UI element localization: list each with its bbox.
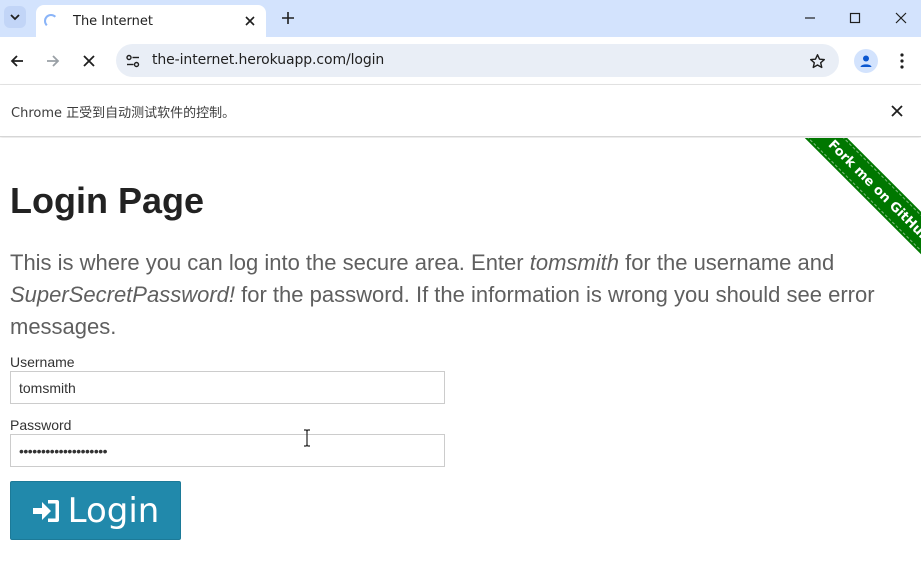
loading-spinner-icon [44,14,58,28]
back-button[interactable] [5,49,29,73]
site-info-button[interactable] [121,49,145,73]
browser-menu-button[interactable] [890,49,914,73]
minimize-button[interactable] [795,4,825,32]
page-content: Fork me on GitHub Login Page This is whe… [0,138,921,561]
plus-icon [282,12,294,24]
password-value: •••••••••••••••••••• [19,443,108,459]
address-bar[interactable]: the-internet.herokuapp.com/login [116,44,839,77]
close-icon [895,12,907,24]
instructions-part-2: for the username and [618,250,835,275]
forward-arrow-icon [47,55,60,67]
username-input[interactable]: tomsmith [10,371,445,404]
stop-button[interactable] [77,49,101,73]
close-icon [891,105,903,117]
site-info-icon [126,54,140,68]
page-title: Login Page [10,180,205,221]
stop-icon [83,55,95,67]
page-instructions: This is where you can log into the secur… [10,247,890,343]
star-icon [809,53,825,68]
new-tab-button[interactable] [278,8,298,28]
login-button[interactable]: Login [10,481,181,540]
bookmark-button[interactable] [807,51,827,71]
instructions-password: SuperSecretPassword! [10,282,235,307]
username-value: tomsmith [19,380,76,396]
text-cursor-icon [304,429,310,447]
chevron-down-icon [10,14,20,21]
maximize-icon [849,12,861,24]
sign-in-icon [32,499,59,522]
username-label: Username [10,354,75,370]
browser-toolbar: the-internet.herokuapp.com/login [0,37,921,85]
back-arrow-icon [10,55,23,67]
maximize-button[interactable] [840,4,870,32]
active-tab[interactable]: The Internet [36,5,266,37]
profile-icon [860,55,872,67]
automation-infobar: Chrome 正受到自动测试软件的控制。 [0,85,921,137]
forward-button[interactable] [41,49,65,73]
instructions-username: tomsmith [529,250,619,275]
tab-title: The Internet [73,13,153,29]
password-label: Password [10,417,72,433]
url-text: the-internet.herokuapp.com/login [152,52,385,68]
login-button-label: Login [67,490,160,531]
close-window-button[interactable] [886,4,916,32]
tab-search-button[interactable] [4,6,26,28]
close-icon [245,16,255,26]
github-ribbon-label: Fork me on GitHub [825,138,921,245]
password-input[interactable]: •••••••••••••••••••• [10,434,445,467]
tab-strip: The Internet [0,0,921,37]
tab-close-button[interactable] [242,13,258,29]
infobar-close-button[interactable] [888,102,906,120]
more-vert-icon [900,53,904,69]
infobar-text: Chrome 正受到自动测试软件的控制。 [11,106,236,121]
instructions-part-1: This is where you can log into the secur… [10,250,530,275]
profile-button[interactable] [854,49,878,73]
minimize-icon [805,17,815,19]
